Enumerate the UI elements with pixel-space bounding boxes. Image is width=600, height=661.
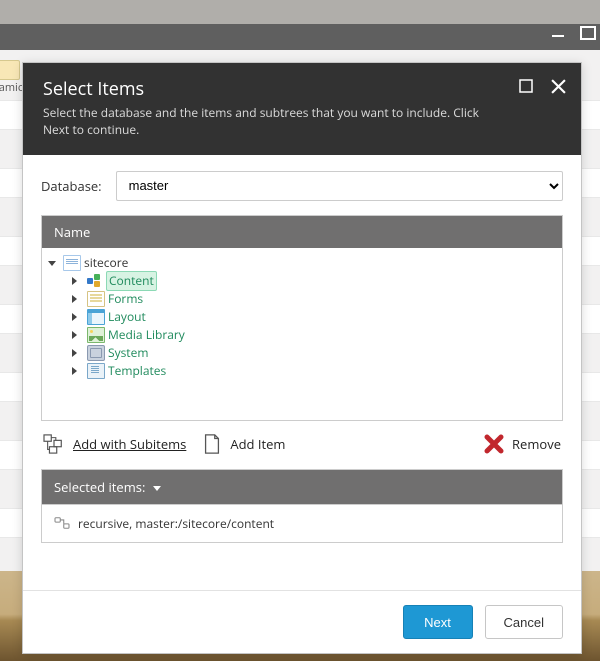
- tree-node[interactable]: Media Library: [72, 326, 558, 344]
- database-label: Database:: [41, 177, 102, 195]
- tree-node[interactable]: System: [72, 344, 558, 362]
- next-button[interactable]: Next: [403, 605, 473, 639]
- tree-header-name: Name: [42, 216, 562, 248]
- item-tree[interactable]: sitecore ContentFormsLayoutMedia Library…: [42, 248, 562, 420]
- node-label[interactable]: Layout: [108, 308, 146, 326]
- node-label[interactable]: sitecore: [84, 254, 128, 272]
- expand-toggle-icon[interactable]: [72, 275, 84, 287]
- expand-toggle-icon[interactable]: [72, 347, 84, 359]
- node-icon: [87, 345, 105, 361]
- bg-thumb-label: namic: [0, 80, 23, 95]
- add-item-button[interactable]: Add Item: [202, 433, 285, 455]
- tree-node[interactable]: Forms: [72, 290, 558, 308]
- add-with-subitems-button[interactable]: Add with Subitems: [43, 434, 186, 454]
- database-select[interactable]: master: [116, 171, 563, 201]
- tree-node[interactable]: Layout: [72, 308, 558, 326]
- node-label[interactable]: Media Library: [108, 326, 185, 344]
- dialog-title: Select Items: [43, 77, 561, 101]
- window-minimize-icon[interactable]: [552, 34, 564, 37]
- node-label[interactable]: Forms: [108, 290, 143, 308]
- tree-node[interactable]: Templates: [72, 362, 558, 380]
- add-item-icon: [202, 433, 222, 455]
- node-icon: [87, 327, 105, 343]
- dialog-header: Select Items Select the database and the…: [23, 63, 581, 155]
- selected-item-text: recursive, master:/sitecore/content: [78, 515, 274, 532]
- node-icon: [87, 363, 105, 379]
- add-with-subitems-label: Add with Subitems: [73, 435, 186, 453]
- selected-item-row[interactable]: recursive, master:/sitecore/content: [41, 504, 563, 543]
- bg-thumb-icon: [0, 60, 20, 80]
- node-icon: [63, 255, 81, 271]
- node-label[interactable]: Templates: [108, 362, 166, 380]
- tree-node-sitecore[interactable]: sitecore: [48, 254, 558, 272]
- selected-items-header[interactable]: Selected items:: [41, 469, 563, 504]
- node-icon: [87, 309, 105, 325]
- tree-node[interactable]: Content: [72, 272, 558, 290]
- remove-icon: [484, 434, 504, 454]
- link-icon: [54, 516, 70, 530]
- node-label[interactable]: Content: [106, 271, 157, 291]
- expand-toggle-icon[interactable]: [72, 311, 84, 323]
- cancel-button[interactable]: Cancel: [485, 605, 563, 639]
- subitems-icon: [43, 434, 65, 454]
- dialog-close-icon[interactable]: [549, 77, 567, 95]
- expand-toggle-icon[interactable]: [72, 365, 84, 377]
- node-icon: [87, 291, 105, 307]
- dialog-maximize-icon[interactable]: [517, 77, 535, 95]
- select-items-dialog: Select Items Select the database and the…: [22, 62, 582, 654]
- window-maximize-icon[interactable]: [580, 26, 596, 40]
- dialog-subtitle: Select the database and the items and su…: [43, 105, 483, 139]
- selected-items-header-label: Selected items:: [54, 478, 145, 496]
- remove-label: Remove: [512, 435, 561, 453]
- node-icon: [87, 274, 103, 288]
- remove-button[interactable]: Remove: [484, 434, 561, 454]
- expand-toggle-icon[interactable]: [72, 293, 84, 305]
- expand-toggle-icon[interactable]: [72, 329, 84, 341]
- expand-toggle-icon[interactable]: [48, 257, 60, 269]
- node-label[interactable]: System: [108, 344, 148, 362]
- chevron-down-icon: [153, 478, 161, 496]
- add-item-label: Add Item: [230, 435, 285, 453]
